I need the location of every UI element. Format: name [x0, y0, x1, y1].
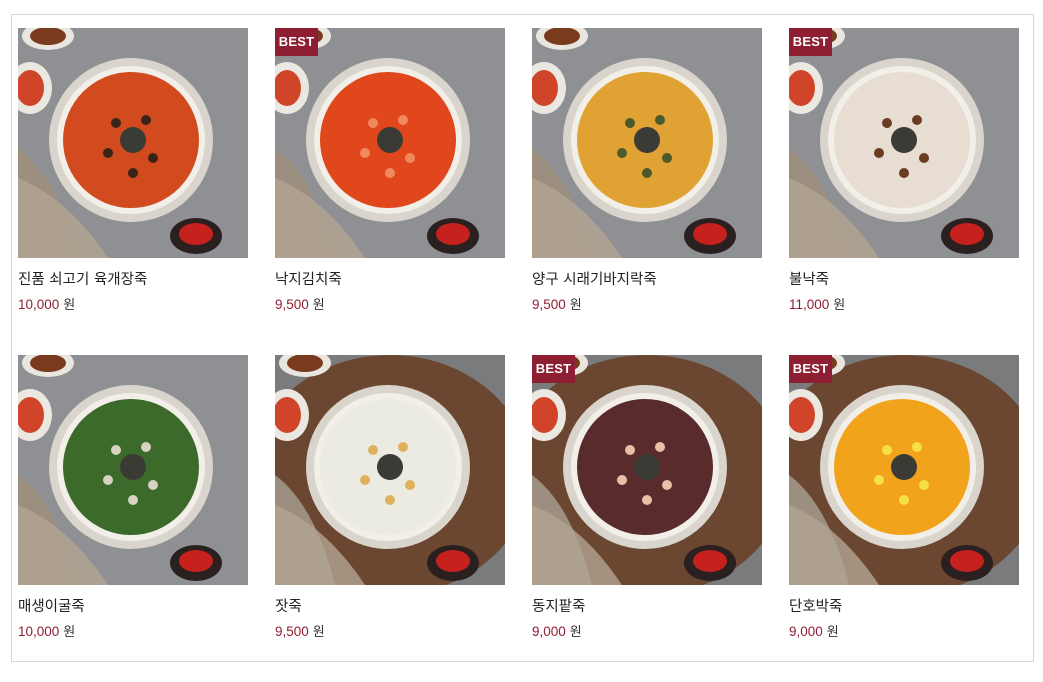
product-name[interactable]: 양구 시래기바지락죽 — [532, 268, 762, 289]
best-badge: BEST — [532, 355, 575, 383]
product-name[interactable]: 잣죽 — [275, 595, 505, 616]
porridge-bowl-illustration — [275, 28, 505, 258]
product-image[interactable]: BEST — [789, 355, 1019, 585]
price-row: 9,500 원 — [275, 621, 505, 640]
price-row: 10,000 원 — [18, 621, 248, 640]
product-card[interactable]: BEST 낙지김치죽 9,500 원 — [275, 28, 505, 328]
price-row: 11,000 원 — [789, 294, 1019, 313]
product-card[interactable]: 매생이굴죽 10,000 원 — [18, 355, 248, 655]
price-row: 9,000 원 — [789, 621, 1019, 640]
currency-unit: 원 — [63, 298, 76, 313]
product-card[interactable]: BEST 동지팥죽 9,000 원 — [532, 355, 762, 655]
price-row: 9,500 원 — [275, 294, 505, 313]
porridge-bowl-illustration — [275, 355, 505, 585]
currency-unit: 원 — [312, 298, 325, 313]
currency-unit: 원 — [569, 298, 582, 313]
price-row: 9,500 원 — [532, 294, 762, 313]
porridge-bowl-illustration — [789, 355, 1019, 585]
product-card[interactable]: 양구 시래기바지락죽 9,500 원 — [532, 28, 762, 328]
currency-unit: 원 — [569, 625, 582, 640]
product-price: 9,500 — [275, 297, 309, 312]
product-image[interactable] — [18, 28, 248, 258]
porridge-bowl-illustration — [18, 28, 248, 258]
product-image[interactable]: BEST — [789, 28, 1019, 258]
product-image[interactable] — [275, 355, 505, 585]
price-row: 9,000 원 — [532, 621, 762, 640]
product-name[interactable]: 단호박죽 — [789, 595, 1019, 616]
porridge-bowl-illustration — [789, 28, 1019, 258]
product-price: 9,500 — [532, 297, 566, 312]
product-image[interactable]: BEST — [532, 355, 762, 585]
price-row: 10,000 원 — [18, 294, 248, 313]
product-price: 9,000 — [789, 624, 823, 639]
product-name[interactable]: 불낙죽 — [789, 268, 1019, 289]
currency-unit: 원 — [63, 625, 76, 640]
product-image[interactable] — [532, 28, 762, 258]
product-name[interactable]: 동지팥죽 — [532, 595, 762, 616]
currency-unit: 원 — [826, 625, 839, 640]
porridge-bowl-illustration — [532, 28, 762, 258]
product-grid: 진품 쇠고기 육개장죽 10,000 원 BEST 낙지김치죽 9,500 원 양구 시래… — [11, 14, 1034, 662]
product-price: 9,500 — [275, 624, 309, 639]
best-badge: BEST — [275, 28, 318, 56]
currency-unit: 원 — [312, 625, 325, 640]
product-price: 10,000 — [18, 297, 60, 312]
product-name[interactable]: 낙지김치죽 — [275, 268, 505, 289]
currency-unit: 원 — [833, 298, 846, 313]
product-price: 11,000 — [789, 297, 830, 312]
porridge-bowl-illustration — [532, 355, 762, 585]
product-card[interactable]: BEST 불낙죽 11,000 원 — [789, 28, 1019, 328]
product-card[interactable]: 잣죽 9,500 원 — [275, 355, 505, 655]
best-badge: BEST — [789, 28, 832, 56]
porridge-bowl-illustration — [18, 355, 248, 585]
product-card[interactable]: BEST 단호박죽 9,000 원 — [789, 355, 1019, 655]
product-name[interactable]: 매생이굴죽 — [18, 595, 248, 616]
product-image[interactable] — [18, 355, 248, 585]
product-name[interactable]: 진품 쇠고기 육개장죽 — [18, 268, 248, 289]
best-badge: BEST — [789, 355, 832, 383]
product-price: 9,000 — [532, 624, 566, 639]
product-image[interactable]: BEST — [275, 28, 505, 258]
product-price: 10,000 — [18, 624, 60, 639]
product-card[interactable]: 진품 쇠고기 육개장죽 10,000 원 — [18, 28, 248, 328]
